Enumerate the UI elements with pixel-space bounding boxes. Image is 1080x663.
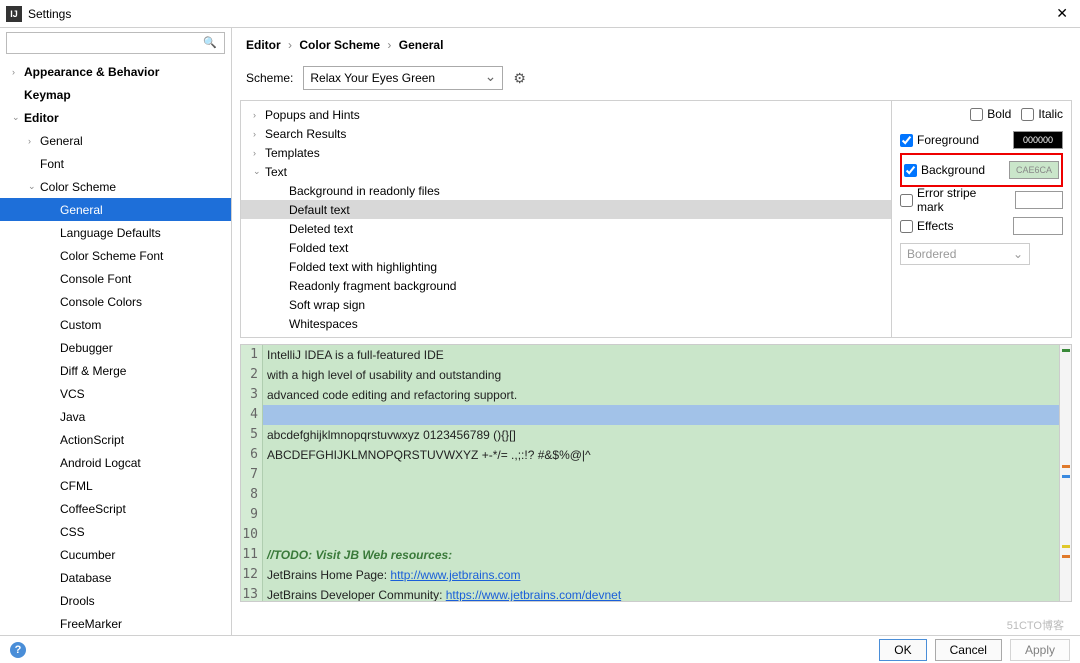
sidebar-item[interactable]: FreeMarker	[0, 612, 231, 635]
sidebar-item[interactable]: Debugger	[0, 336, 231, 359]
mark	[1062, 545, 1070, 548]
sidebar-item[interactable]: Keymap	[0, 83, 231, 106]
element-row[interactable]: ›Templates	[241, 143, 891, 162]
sidebar-item[interactable]: ActionScript	[0, 428, 231, 451]
code-line[interactable]: ABCDEFGHIJKLMNOPQRSTUVWXYZ +-*/= .,;:!? …	[263, 445, 1059, 465]
properties-pane: Bold Italic Foreground 000000 Background…	[891, 101, 1071, 337]
close-icon[interactable]: ✕	[1050, 5, 1074, 22]
code-area[interactable]: IntelliJ IDEA is a full-featured IDEwith…	[263, 345, 1059, 601]
element-row[interactable]: Folded text	[241, 238, 891, 257]
sidebar-item[interactable]: VCS	[0, 382, 231, 405]
element-row[interactable]: ›Search Results	[241, 124, 891, 143]
sidebar-item[interactable]: Database	[0, 566, 231, 589]
error-stripe-color[interactable]	[1015, 191, 1063, 209]
code-line[interactable]	[263, 525, 1059, 545]
element-row[interactable]: Background in readonly files	[241, 181, 891, 200]
bold-checkbox[interactable]: Bold	[970, 107, 1011, 121]
sidebar-item[interactable]: Cucumber	[0, 543, 231, 566]
breadcrumb-item: General	[399, 38, 444, 52]
scheme-select[interactable]: Relax Your Eyes Green	[303, 66, 503, 90]
main-panel: Editor › Color Scheme › General Scheme: …	[232, 28, 1080, 635]
breadcrumb: Editor › Color Scheme › General	[232, 28, 1080, 62]
sidebar-item[interactable]: ›General	[0, 129, 231, 152]
sidebar-item[interactable]: ⌄Color Scheme	[0, 175, 231, 198]
sidebar-item[interactable]: Drools	[0, 589, 231, 612]
sidebar-item[interactable]: CoffeeScript	[0, 497, 231, 520]
code-line[interactable]: IntelliJ IDEA is a full-featured IDE	[263, 345, 1059, 365]
element-row[interactable]: Whitespaces	[241, 314, 891, 333]
sidebar-item[interactable]: Console Colors	[0, 290, 231, 313]
mark	[1062, 475, 1070, 478]
app-icon: IJ	[6, 6, 22, 22]
mark	[1062, 555, 1070, 558]
sidebar-item[interactable]: Color Scheme Font	[0, 244, 231, 267]
ok-button[interactable]: OK	[879, 639, 926, 661]
apply-button[interactable]: Apply	[1010, 639, 1070, 661]
titlebar: IJ Settings ✕	[0, 0, 1080, 28]
sidebar-item[interactable]: Android Logcat	[0, 451, 231, 474]
breadcrumb-item[interactable]: Editor	[246, 38, 281, 52]
element-row[interactable]: ›Popups and Hints	[241, 105, 891, 124]
sidebar-item[interactable]: CSS	[0, 520, 231, 543]
breadcrumb-item[interactable]: Color Scheme	[299, 38, 380, 52]
element-row[interactable]: ⌄Text	[241, 162, 891, 181]
element-row[interactable]: Folded text with highlighting	[241, 257, 891, 276]
element-row[interactable]: Default text	[241, 200, 891, 219]
code-line[interactable]	[263, 405, 1059, 425]
dialog-footer: ? OK Cancel Apply	[0, 635, 1080, 663]
error-stripe-checkbox[interactable]: Error stripe mark	[900, 186, 1003, 214]
window-title: Settings	[28, 7, 1050, 21]
sidebar-item[interactable]: Java	[0, 405, 231, 428]
gear-icon[interactable]: ⚙	[513, 70, 526, 87]
code-line[interactable]: //TODO: Visit JB Web resources:	[263, 545, 1059, 565]
italic-checkbox[interactable]: Italic	[1021, 107, 1063, 121]
code-line[interactable]: JetBrains Developer Community: https://w…	[263, 585, 1059, 601]
settings-tree[interactable]: ›Appearance & BehaviorKeymap⌄Editor›Gene…	[0, 58, 231, 635]
code-line[interactable]: with a high level of usability and outst…	[263, 365, 1059, 385]
sidebar-item[interactable]: CFML	[0, 474, 231, 497]
code-line[interactable]: JetBrains Home Page: http://www.jetbrain…	[263, 565, 1059, 585]
code-line[interactable]: abcdefghijklmnopqrstuvwxyz 0123456789 ()…	[263, 425, 1059, 445]
error-stripe[interactable]	[1059, 345, 1071, 601]
foreground-color[interactable]: 000000	[1013, 131, 1063, 149]
mark	[1062, 349, 1070, 352]
sidebar-item[interactable]: General	[0, 198, 231, 221]
gutter: 1 2 3 4 5 6 7 8 9 10 11 12 13	[241, 345, 263, 601]
sidebar-item[interactable]: Font	[0, 152, 231, 175]
sidebar-item[interactable]: Language Defaults	[0, 221, 231, 244]
help-icon[interactable]: ?	[10, 642, 26, 658]
element-row[interactable]: Soft wrap sign	[241, 295, 891, 314]
code-line[interactable]	[263, 465, 1059, 485]
code-line[interactable]: advanced code editing and refactoring su…	[263, 385, 1059, 405]
element-tree[interactable]: ›Popups and Hints›Search Results›Templat…	[241, 101, 891, 337]
code-line[interactable]	[263, 485, 1059, 505]
scheme-label: Scheme:	[246, 71, 293, 85]
background-checkbox[interactable]: Background	[904, 163, 985, 177]
sidebar-item[interactable]: ›Appearance & Behavior	[0, 60, 231, 83]
sidebar-item[interactable]: Custom	[0, 313, 231, 336]
settings-sidebar: 🔍 ›Appearance & BehaviorKeymap⌄Editor›Ge…	[0, 28, 232, 635]
mark	[1062, 465, 1070, 468]
sidebar-item[interactable]: Console Font	[0, 267, 231, 290]
preview-editor[interactable]: 1 2 3 4 5 6 7 8 9 10 11 12 13 IntelliJ I…	[240, 344, 1072, 602]
foreground-checkbox[interactable]: Foreground	[900, 133, 979, 147]
element-row[interactable]: Deleted text	[241, 219, 891, 238]
effects-type-select: Bordered	[900, 243, 1030, 265]
cancel-button[interactable]: Cancel	[935, 639, 1002, 661]
sidebar-item[interactable]: Diff & Merge	[0, 359, 231, 382]
sidebar-item[interactable]: ⌄Editor	[0, 106, 231, 129]
search-input[interactable]	[6, 32, 225, 54]
background-color[interactable]: CAE6CA	[1009, 161, 1059, 179]
element-row[interactable]: Readonly fragment background	[241, 276, 891, 295]
code-line[interactable]	[263, 505, 1059, 525]
effects-color[interactable]	[1013, 217, 1063, 235]
effects-checkbox[interactable]: Effects	[900, 219, 953, 233]
